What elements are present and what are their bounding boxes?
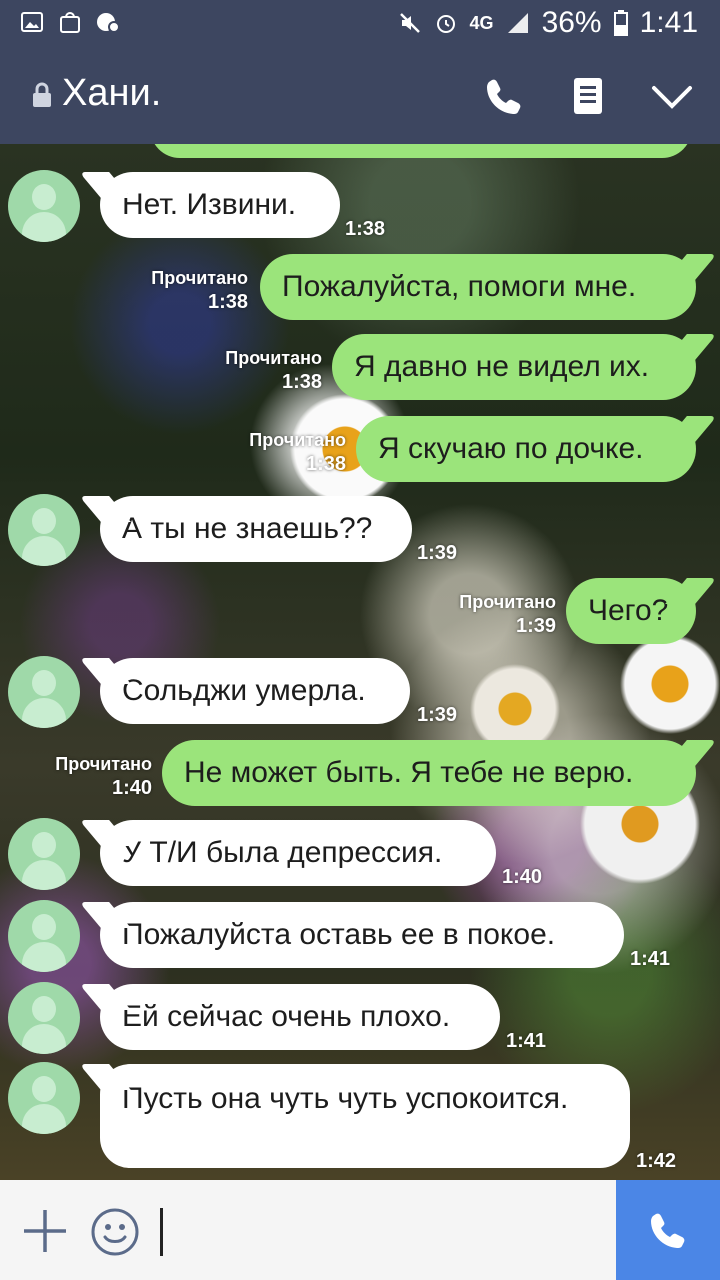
chat-header: Хани. bbox=[0, 48, 720, 144]
avatar[interactable] bbox=[8, 494, 80, 566]
gallery-icon bbox=[21, 12, 43, 32]
alarm-icon bbox=[436, 15, 455, 33]
call-button[interactable] bbox=[616, 1180, 720, 1280]
shopping-bag-icon bbox=[60, 12, 80, 33]
chat-title[interactable]: Хани. bbox=[62, 72, 161, 115]
chevron-down-icon[interactable] bbox=[650, 74, 694, 118]
phone-icon[interactable] bbox=[482, 74, 526, 118]
incoming-message[interactable]: Ей сейчас очень плохо. bbox=[100, 984, 500, 1050]
message-time: 1:38 bbox=[207, 291, 248, 313]
message-time: 1:39 bbox=[417, 704, 458, 726]
daisy-decoration bbox=[620, 634, 720, 734]
message-text: А ты не знаешь?? bbox=[122, 512, 373, 545]
message-bubble-partial[interactable] bbox=[150, 144, 692, 158]
message-text: Пусть она чуть чуть успокоится. bbox=[122, 1082, 569, 1115]
signal-icon bbox=[507, 13, 528, 33]
read-receipt: Прочитано bbox=[55, 754, 152, 774]
message-meta: Прочитано 1:40 bbox=[30, 752, 152, 800]
text-caret bbox=[160, 1208, 163, 1256]
message-text: Ей сейчас очень плохо. bbox=[122, 1000, 451, 1033]
read-receipt: Прочитано bbox=[225, 348, 322, 368]
message-text: Сольджи умерла. bbox=[122, 674, 366, 707]
outgoing-message[interactable]: Чего? bbox=[566, 578, 696, 644]
incoming-message[interactable]: Пожалуйста оставь ее в покое. bbox=[100, 902, 624, 968]
notes-icon[interactable] bbox=[566, 74, 610, 118]
incoming-message[interactable]: Сольджи умерла. bbox=[100, 658, 410, 724]
message-text: У Т/И была депрессия. bbox=[122, 836, 443, 869]
message-time: 1:38 bbox=[305, 453, 346, 475]
message-meta: Прочитано 1:38 bbox=[120, 266, 248, 314]
battery-percent: 36% bbox=[541, 6, 602, 39]
message-time: 1:41 bbox=[506, 1030, 547, 1052]
message-text: Чего? bbox=[588, 594, 669, 627]
message-time: 1:40 bbox=[111, 777, 152, 799]
outgoing-message[interactable]: Я скучаю по дочке. bbox=[356, 416, 696, 482]
message-text: Я скучаю по дочке. bbox=[378, 432, 644, 465]
message-input[interactable] bbox=[152, 1198, 602, 1262]
clock: 1:41 bbox=[639, 6, 698, 39]
read-receipt: Прочитано bbox=[151, 268, 248, 288]
read-receipt: Прочитано bbox=[249, 430, 346, 450]
message-meta: Прочитано 1:38 bbox=[192, 346, 322, 394]
message-time: 1:38 bbox=[345, 218, 386, 240]
avatar[interactable] bbox=[8, 818, 80, 890]
avatar[interactable] bbox=[8, 982, 80, 1054]
plus-icon[interactable] bbox=[22, 1208, 68, 1254]
network-type: 4G bbox=[469, 12, 494, 33]
message-meta: Прочитано 1:39 bbox=[430, 590, 556, 638]
incoming-message[interactable]: У Т/И была депрессия. bbox=[100, 820, 496, 886]
read-receipt: Прочитано bbox=[459, 592, 556, 612]
lock-icon bbox=[33, 82, 51, 107]
emoji-icon[interactable] bbox=[90, 1207, 140, 1257]
message-text: Не может быть. Я тебе не верю. bbox=[184, 756, 634, 789]
message-text: Пожалуйста, помоги мне. bbox=[282, 270, 637, 303]
message-time: 1:41 bbox=[630, 948, 671, 970]
message-input-bar bbox=[0, 1180, 616, 1280]
status-bar: 4G 36% 1:41 bbox=[0, 0, 720, 48]
chat-area[interactable]: Нет. Извини. 1:38 Прочитано 1:38 Пожалуйс… bbox=[0, 144, 720, 1180]
avatar[interactable] bbox=[8, 900, 80, 972]
avatar[interactable] bbox=[8, 656, 80, 728]
battery-icon bbox=[613, 10, 628, 36]
mute-icon bbox=[399, 13, 420, 33]
avatar[interactable] bbox=[8, 1062, 80, 1134]
message-time: 1:39 bbox=[515, 615, 556, 637]
avatar[interactable] bbox=[8, 170, 80, 242]
outgoing-message[interactable]: Пожалуйста, помоги мне. bbox=[260, 254, 696, 320]
message-text: Нет. Извини. bbox=[122, 188, 297, 221]
outgoing-message[interactable]: Не может быть. Я тебе не верю. bbox=[162, 740, 696, 806]
incoming-message[interactable]: А ты не знаешь?? bbox=[100, 496, 412, 562]
incoming-message[interactable]: Нет. Извини. bbox=[100, 172, 340, 238]
message-time: 1:38 bbox=[281, 371, 322, 393]
message-time: 1:42 bbox=[636, 1150, 677, 1172]
message-meta: Прочитано 1:38 bbox=[216, 428, 346, 476]
message-time: 1:40 bbox=[502, 866, 543, 888]
message-text: Я давно не видел их. bbox=[354, 350, 650, 383]
wifi-voice-icon bbox=[97, 13, 120, 33]
message-time: 1:39 bbox=[417, 542, 458, 564]
call-icon bbox=[651, 1213, 685, 1248]
message-text: Пожалуйста оставь ее в покое. bbox=[122, 918, 556, 951]
incoming-message[interactable]: Пусть она чуть чуть успокоится. bbox=[100, 1064, 630, 1168]
outgoing-message[interactable]: Я давно не видел их. bbox=[332, 334, 696, 400]
